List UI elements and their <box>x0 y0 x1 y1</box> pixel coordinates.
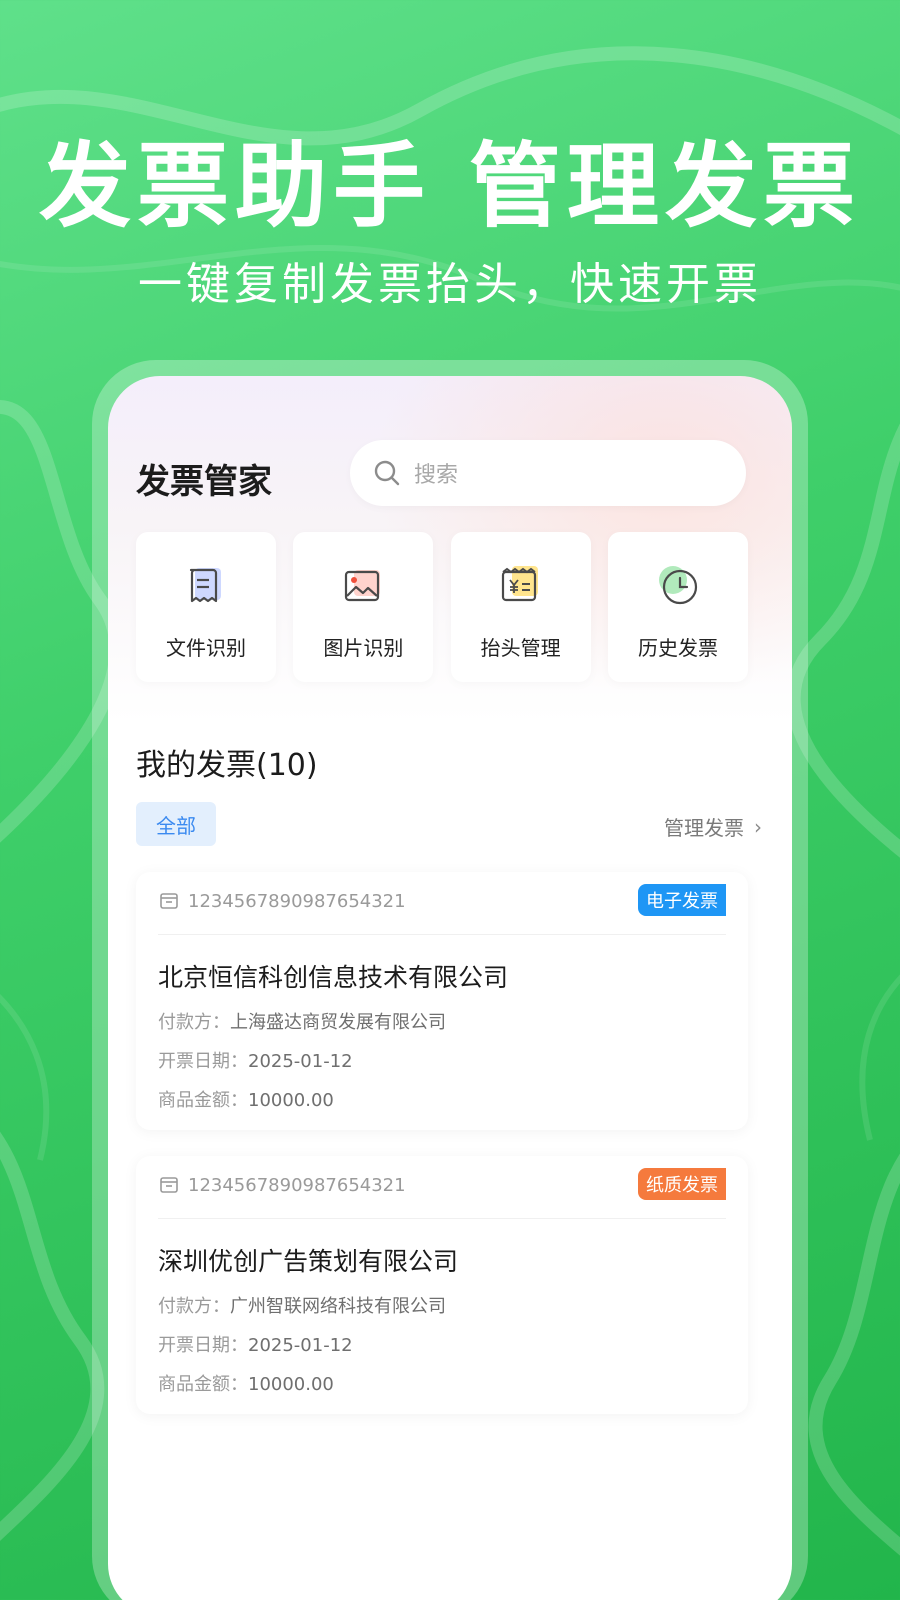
invoice-amount-row: 商品金额：10000.00 <box>158 1086 334 1112</box>
invoice-type-badge: 纸质发票 <box>638 1168 726 1200</box>
hero-subtitle: 一键复制发票抬头，快速开票 <box>138 259 762 310</box>
payer-value: 上海盛达商贸发展有限公司 <box>230 1012 446 1033</box>
search-icon <box>374 460 400 486</box>
section-title: 我的发票(10) <box>136 748 318 783</box>
invoice-payer-row: 付款方：广州智联网络科技有限公司 <box>158 1292 446 1318</box>
invoice-company: 深圳优创广告策划有限公司 <box>158 1247 459 1276</box>
date-value: 2025-01-12 <box>248 1335 353 1356</box>
chevron-right-icon: › <box>754 814 762 839</box>
file-scan-icon <box>189 568 221 603</box>
invoice-payer-row: 付款方：上海盛达商贸发展有限公司 <box>158 1008 446 1034</box>
phone-screen: 发票管家 搜索 文件识别 图片识别 抬头管理 历史发票 我的发票(10) 全部 … <box>108 376 792 1600</box>
invoice-number-row: 1234567890987654321 <box>158 890 406 912</box>
search-input[interactable]: 搜索 <box>350 440 746 506</box>
hero-title: 发票助手 管理发票 <box>38 133 862 240</box>
invoice-doc-icon <box>160 1177 178 1193</box>
filter-tab-all[interactable]: 全部 <box>136 802 216 846</box>
amount-label: 商品金额： <box>158 1374 248 1395</box>
manage-label: 管理发票 <box>664 816 744 840</box>
tool-label: 历史发票 <box>637 636 718 660</box>
app-title: 发票管家 <box>136 462 272 502</box>
tool-history-button[interactable]: 历史发票 <box>607 532 748 682</box>
invoice-date-row: 开票日期：2025-01-12 <box>158 1331 353 1357</box>
invoice-company: 北京恒信科创信息技术有限公司 <box>158 963 509 992</box>
invoice-type-badge: 电子发票 <box>638 884 726 916</box>
date-label: 开票日期： <box>158 1051 248 1072</box>
clock-icon <box>658 566 698 605</box>
tool-grid: 文件识别 图片识别 抬头管理 历史发票 <box>136 532 748 682</box>
amount-value: 10000.00 <box>248 1090 334 1111</box>
invoice-card[interactable]: 1234567890987654321 纸质发票 深圳优创广告策划有限公司 付款… <box>136 1156 748 1414</box>
receipt-yen-icon <box>501 566 538 602</box>
invoice-amount-row: 商品金额：10000.00 <box>158 1370 334 1396</box>
tool-label: 抬头管理 <box>480 636 561 660</box>
search-placeholder: 搜索 <box>414 463 459 488</box>
amount-label: 商品金额： <box>158 1090 248 1111</box>
divider <box>158 934 726 935</box>
invoice-date-row: 开票日期：2025-01-12 <box>158 1047 353 1073</box>
invoice-number: 1234567890987654321 <box>188 890 406 912</box>
invoice-number-row: 1234567890987654321 <box>158 1174 406 1196</box>
invoice-number: 1234567890987654321 <box>188 1174 406 1196</box>
tool-file-scan-button[interactable]: 文件识别 <box>136 532 276 682</box>
divider <box>158 1218 726 1219</box>
image-scan-icon <box>345 570 381 602</box>
invoice-card[interactable]: 1234567890987654321 电子发票 北京恒信科创信息技术有限公司 … <box>136 872 748 1130</box>
invoice-doc-icon <box>160 893 178 909</box>
tool-label: 文件识别 <box>166 636 246 660</box>
manage-invoices-link[interactable]: 管理发票 › <box>664 812 762 841</box>
tool-header-manage-button[interactable]: 抬头管理 <box>450 532 591 682</box>
tool-image-scan-button[interactable]: 图片识别 <box>293 532 434 682</box>
date-label: 开票日期： <box>158 1335 248 1356</box>
payer-label: 付款方： <box>158 1296 230 1317</box>
payer-value: 广州智联网络科技有限公司 <box>230 1296 446 1317</box>
payer-label: 付款方： <box>158 1012 230 1033</box>
tool-label: 图片识别 <box>323 636 404 660</box>
amount-value: 10000.00 <box>248 1374 334 1395</box>
date-value: 2025-01-12 <box>248 1051 353 1072</box>
